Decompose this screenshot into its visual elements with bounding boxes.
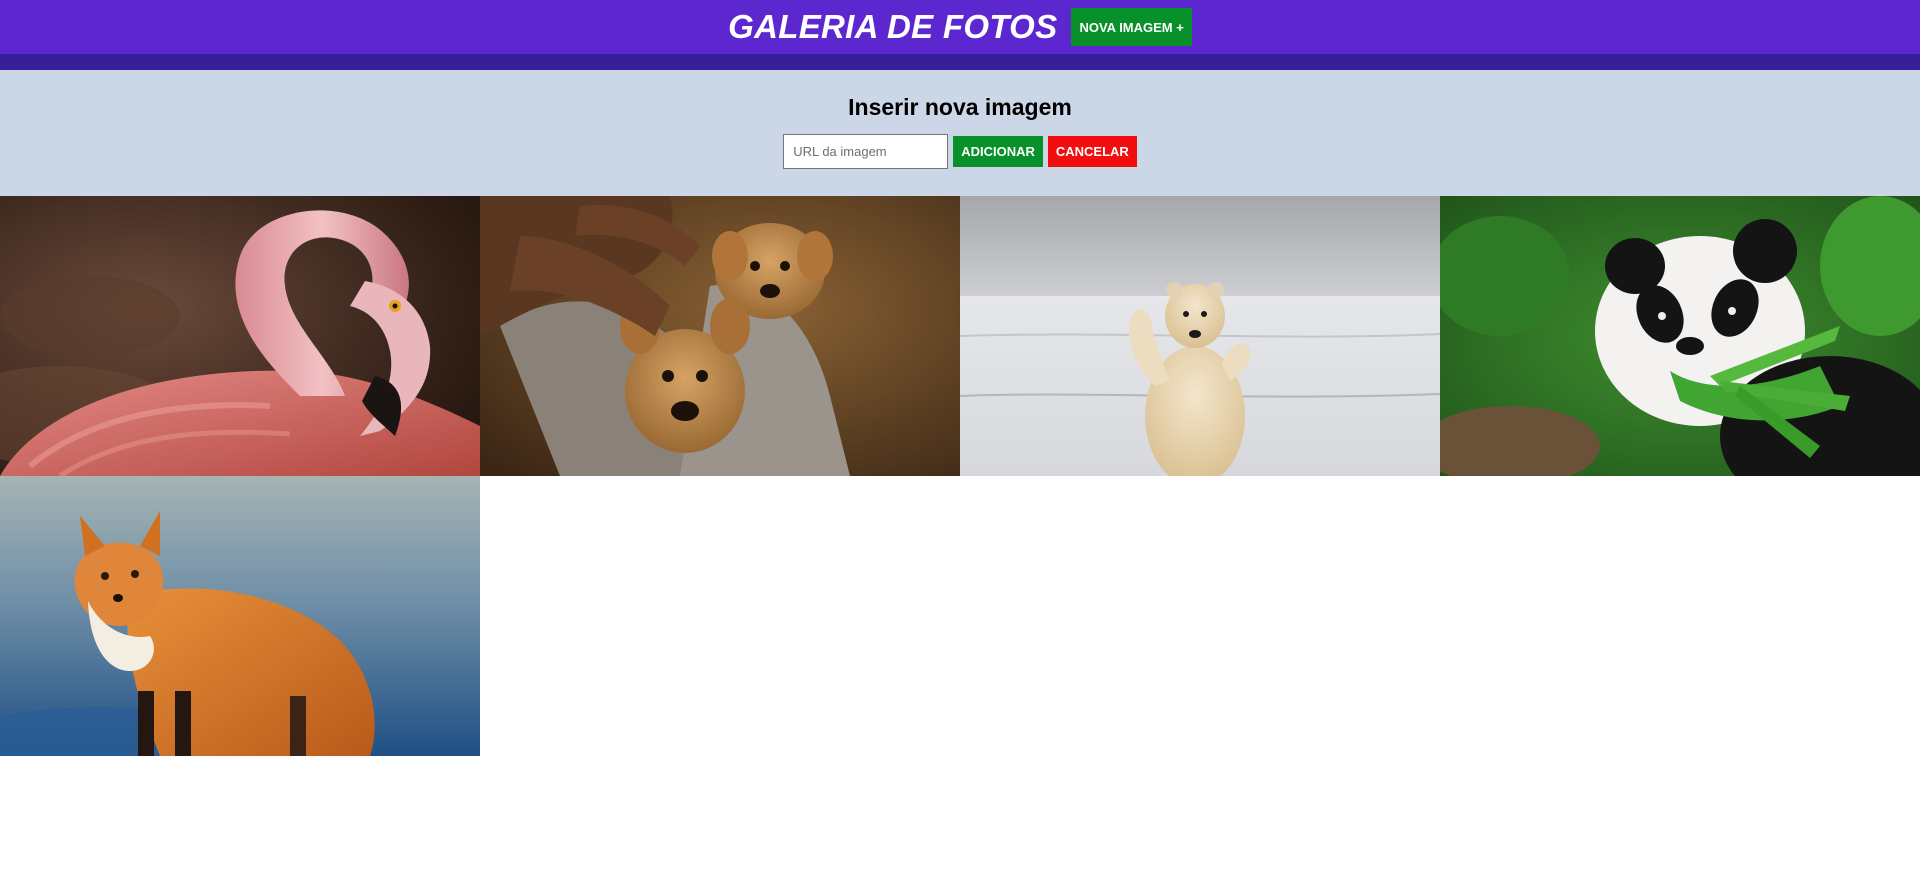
- panda-image: [1440, 196, 1920, 476]
- form-title: Inserir nova imagem: [848, 94, 1072, 120]
- app-header: GALERIA DE FOTOS NOVA IMAGEM +: [0, 0, 1920, 70]
- fox-image: [0, 476, 480, 756]
- site-title: GALERIA DE FOTOS: [728, 8, 1058, 45]
- gallery-photo-panda[interactable]: [1440, 196, 1920, 476]
- polar-bear-image: [960, 196, 1440, 476]
- photo-gallery: [0, 196, 1920, 756]
- header-content: GALERIA DE FOTOS NOVA IMAGEM +: [728, 8, 1192, 46]
- image-url-input[interactable]: [783, 134, 949, 169]
- gallery-photo-flamingo[interactable]: [0, 196, 480, 476]
- cancel-button[interactable]: CANCELAR: [1047, 136, 1137, 167]
- form-row: ADICIONAR CANCELAR: [783, 134, 1137, 169]
- add-button[interactable]: ADICIONAR: [953, 136, 1043, 167]
- new-image-form: Inserir nova imagem ADICIONAR CANCELAR: [0, 70, 1920, 196]
- flamingo-image: [0, 196, 480, 476]
- gallery-photo-puppies[interactable]: [480, 196, 960, 476]
- gallery-photo-fox[interactable]: [0, 476, 480, 756]
- puppies-image: [480, 196, 960, 476]
- gallery-photo-polar-bear[interactable]: [960, 196, 1440, 476]
- new-image-button[interactable]: NOVA IMAGEM +: [1071, 8, 1192, 46]
